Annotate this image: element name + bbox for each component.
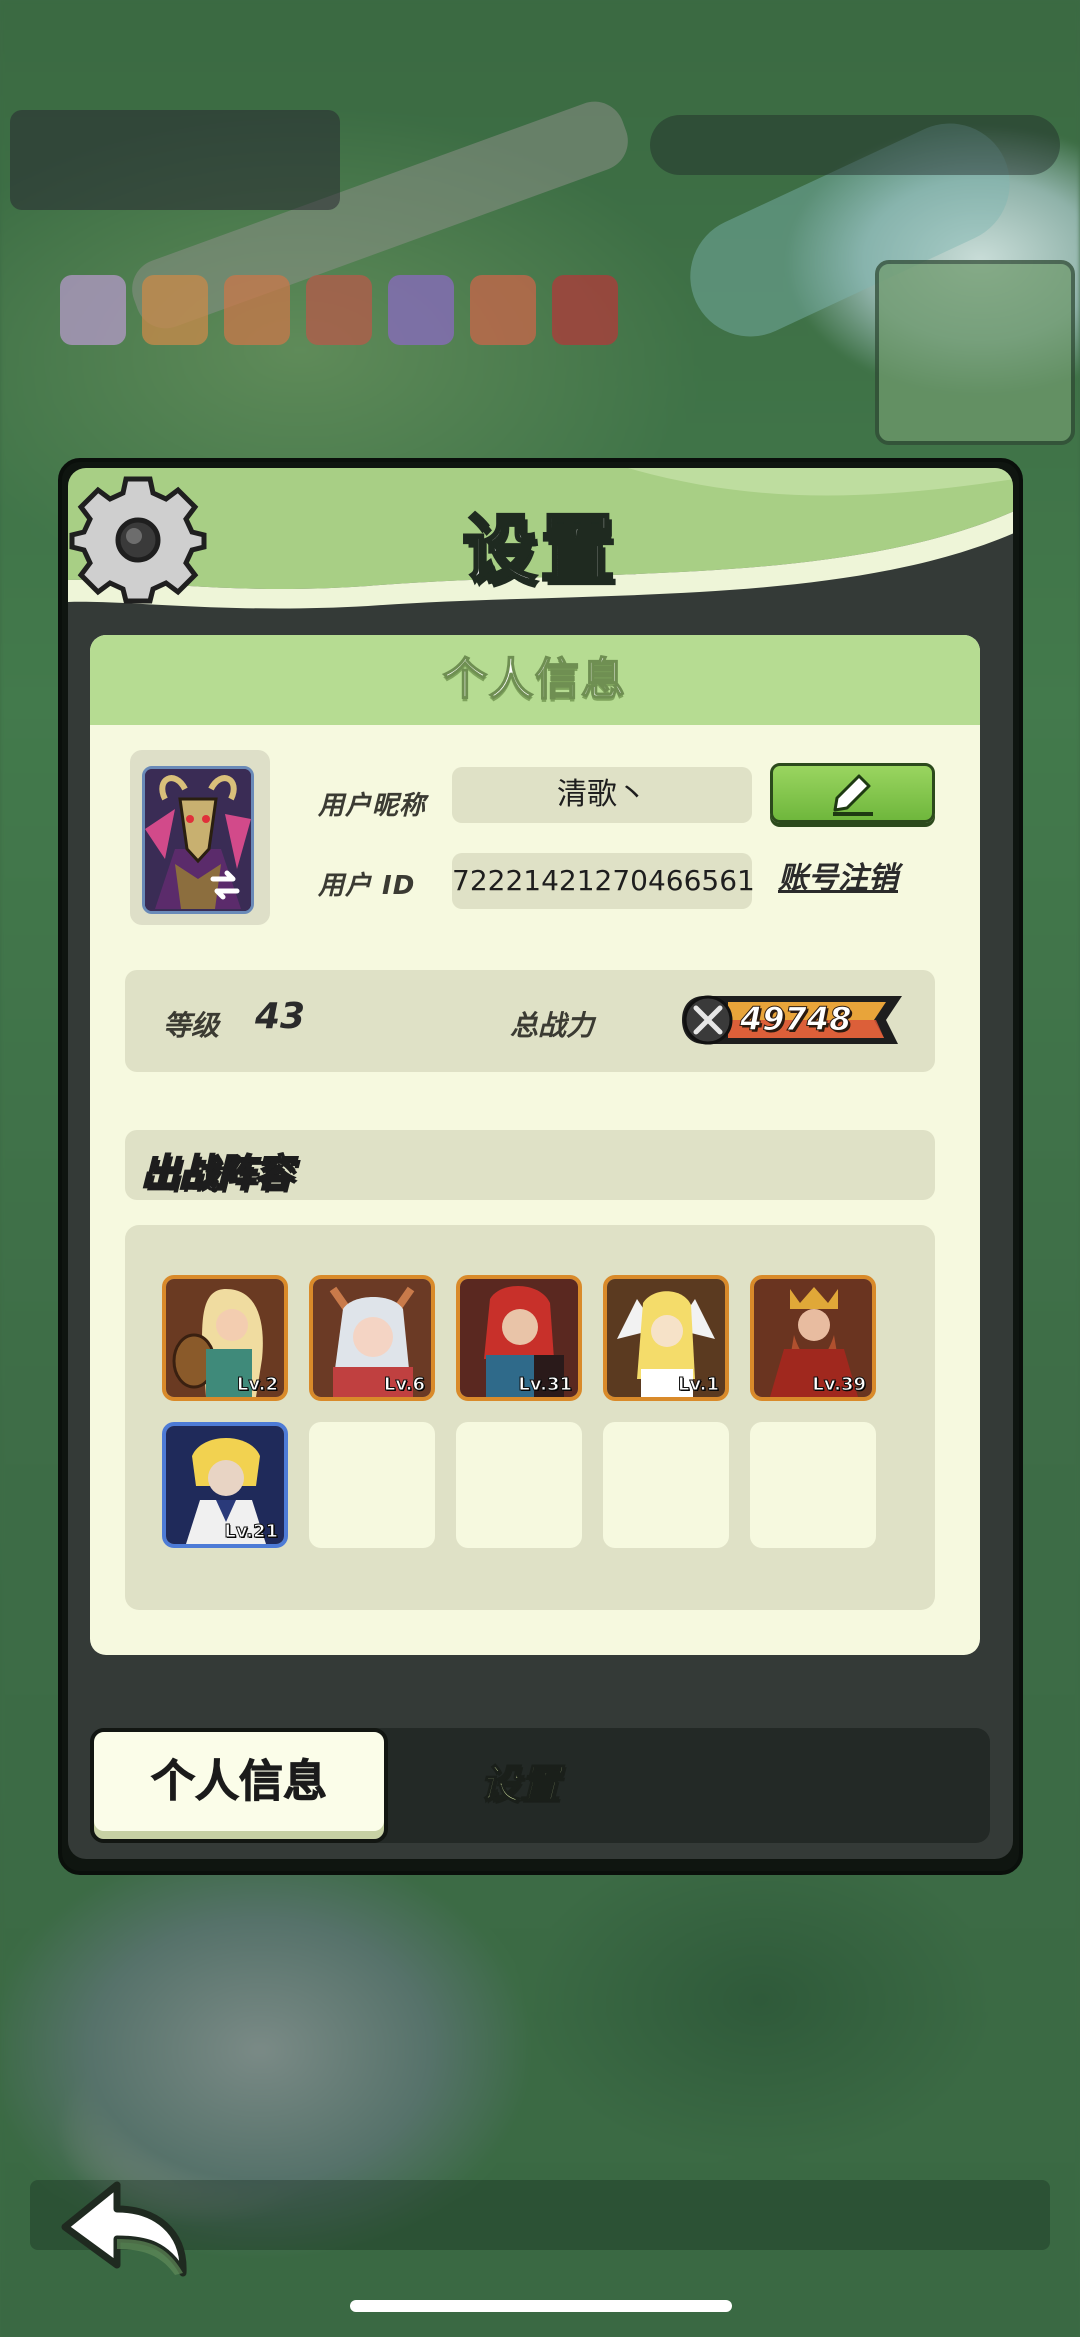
hero-slot[interactable]: Lv.6 <box>309 1275 435 1401</box>
background-resource-bar <box>650 115 1060 175</box>
hero-slot[interactable]: Lv.2 <box>162 1275 288 1401</box>
empty-hero-slot[interactable] <box>456 1422 582 1548</box>
hero-level: Lv.6 <box>383 1374 425 1396</box>
hero-level: Lv.21 <box>224 1521 279 1543</box>
hero-slot[interactable]: Lv.39 <box>750 1275 876 1401</box>
dialog-header: 设置 <box>68 468 1013 618</box>
section-title: 个人信息 <box>90 635 980 725</box>
back-arrow-icon[interactable] <box>55 2175 195 2285</box>
edit-nickname-button[interactable] <box>770 763 935 823</box>
hero-level: Lv.2 <box>236 1374 278 1396</box>
tab-settings[interactable]: 设置 <box>479 1728 810 1843</box>
lineup-header: 出战阵容 <box>125 1130 935 1200</box>
power-badge: 49748 <box>680 992 908 1048</box>
dialog-title: 设置 <box>461 506 619 595</box>
lineup-title: 出战阵容 <box>140 1150 294 1196</box>
empty-hero-slot[interactable] <box>309 1422 435 1548</box>
stats-row: 等级 43 总战力 49748 <box>125 970 935 1072</box>
hero-level: Lv.31 <box>518 1374 573 1396</box>
level-label: 等级 <box>163 1009 220 1042</box>
pencil-icon <box>833 774 873 816</box>
dialog-tabs: 个人信息 设置 <box>90 1728 990 1843</box>
background-minimap <box>875 260 1075 445</box>
nickname-label: 用户昵称 <box>318 791 427 821</box>
hero-slot[interactable]: Lv.21 <box>162 1422 288 1548</box>
avatar[interactable] <box>142 766 254 914</box>
background-player-hud <box>10 110 340 210</box>
avatar-frame[interactable] <box>130 750 270 925</box>
level-value: 43 <box>255 996 306 1037</box>
account-deletion-link[interactable]: 账号注销 <box>778 853 898 897</box>
power-value: 49748 <box>739 1000 852 1039</box>
tab-personal-info[interactable]: 个人信息 <box>90 1728 388 1843</box>
hero-slot[interactable]: Lv.31 <box>456 1275 582 1401</box>
background-event-icons <box>60 275 618 345</box>
empty-hero-slot[interactable] <box>750 1422 876 1548</box>
user-id-field: 72221421270466561 <box>452 853 755 909</box>
profile-card: 个人信息 用户昵称 清歌丶 用户 ID 72221421270466561 账号… <box>90 635 980 1655</box>
lineup-grid: Lv.2 Lv.6 Lv.31 Lv.1 Lv.39 Lv.21 <box>125 1225 935 1610</box>
user-id-label: 用户 ID <box>318 871 416 901</box>
home-indicator[interactable] <box>350 2300 732 2312</box>
hero-level: Lv.1 <box>677 1374 719 1396</box>
switch-avatar-icon[interactable] <box>207 867 243 903</box>
empty-hero-slot[interactable] <box>603 1422 729 1548</box>
hero-level: Lv.39 <box>812 1374 867 1396</box>
power-label: 总战力 <box>510 1009 595 1042</box>
nickname-field: 清歌丶 <box>452 767 752 823</box>
hero-slot[interactable]: Lv.1 <box>603 1275 729 1401</box>
